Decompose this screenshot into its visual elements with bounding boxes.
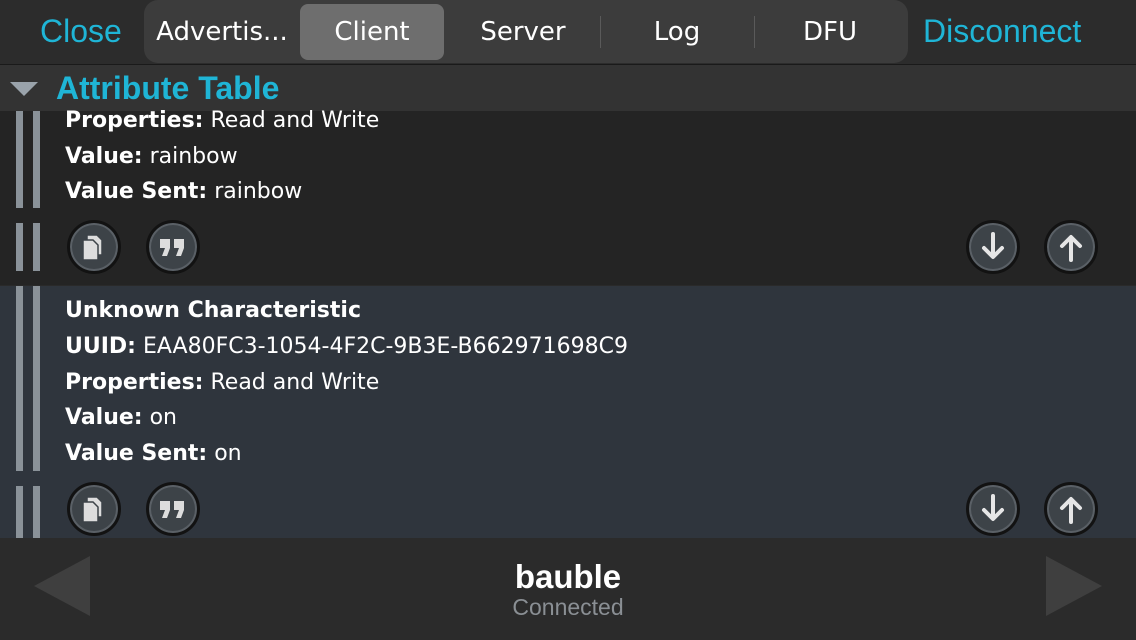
characteristic-value: Value: rainbow bbox=[65, 144, 238, 169]
copy-icon bbox=[82, 496, 103, 523]
hierarchy-bar bbox=[33, 223, 40, 271]
connection-status: Connected bbox=[512, 594, 624, 620]
device-status-bar: bauble Connected bbox=[0, 538, 1136, 640]
top-bar: Close Advertis... Client Server Log DFU … bbox=[0, 0, 1136, 65]
attribute-table-title: Attribute Table bbox=[56, 70, 280, 106]
tab-dfu[interactable]: DFU bbox=[756, 4, 904, 60]
hierarchy-bar bbox=[16, 111, 23, 208]
read-button[interactable] bbox=[966, 482, 1020, 536]
characteristic-item: Unknown Characteristic UUID: EAA80FC3-10… bbox=[0, 286, 1136, 538]
characteristic-properties: Properties: Read and Write bbox=[65, 370, 380, 395]
down-arrow-icon bbox=[982, 494, 1004, 521]
quote-button[interactable] bbox=[146, 220, 200, 274]
down-arrow-icon bbox=[982, 232, 1004, 259]
tab-divider bbox=[600, 16, 601, 48]
hierarchy-bar bbox=[16, 486, 23, 538]
next-device-arrow-icon[interactable] bbox=[1046, 556, 1102, 616]
quote-icon bbox=[160, 239, 184, 256]
tab-server[interactable]: Server bbox=[448, 4, 598, 60]
copy-button[interactable] bbox=[67, 482, 121, 536]
up-arrow-icon bbox=[1060, 497, 1082, 524]
hierarchy-bar bbox=[33, 111, 40, 208]
up-arrow-icon bbox=[1060, 235, 1082, 262]
characteristic-value-sent: Value Sent: on bbox=[65, 441, 242, 466]
read-button[interactable] bbox=[966, 220, 1020, 274]
copy-button[interactable] bbox=[67, 220, 121, 274]
tab-divider bbox=[754, 16, 755, 48]
characteristic-value-sent: Value Sent: rainbow bbox=[65, 179, 303, 204]
write-button[interactable] bbox=[1044, 482, 1098, 536]
copy-icon bbox=[82, 234, 103, 261]
hierarchy-bar bbox=[33, 286, 40, 471]
tab-advertisement[interactable]: Advertis... bbox=[148, 4, 296, 60]
close-button[interactable]: Close bbox=[40, 0, 122, 64]
collapse-triangle-icon[interactable] bbox=[10, 82, 38, 96]
hierarchy-bar bbox=[16, 223, 23, 271]
hierarchy-bar bbox=[33, 486, 40, 538]
quote-icon bbox=[160, 501, 184, 518]
characteristic-uuid: UUID: EAA80FC3-1054-4F2C-9B3E-B662971698… bbox=[65, 334, 628, 359]
disconnect-button[interactable]: Disconnect bbox=[923, 0, 1081, 64]
characteristic-name: Unknown Characteristic bbox=[65, 298, 361, 323]
tab-segmented-control: Advertis... Client Server Log DFU bbox=[144, 0, 908, 63]
device-name: bauble bbox=[514, 558, 622, 595]
characteristic-item: Properties: Read and Write Value: rainbo… bbox=[0, 108, 1136, 285]
attribute-table-header[interactable]: Attribute Table bbox=[0, 65, 1136, 111]
tab-log[interactable]: Log bbox=[602, 4, 752, 60]
quote-button[interactable] bbox=[146, 482, 200, 536]
characteristic-value: Value: on bbox=[65, 405, 177, 430]
write-button[interactable] bbox=[1044, 220, 1098, 274]
characteristic-properties: Properties: Read and Write bbox=[65, 108, 380, 133]
hierarchy-bar bbox=[16, 286, 23, 471]
tab-client[interactable]: Client bbox=[300, 4, 444, 60]
